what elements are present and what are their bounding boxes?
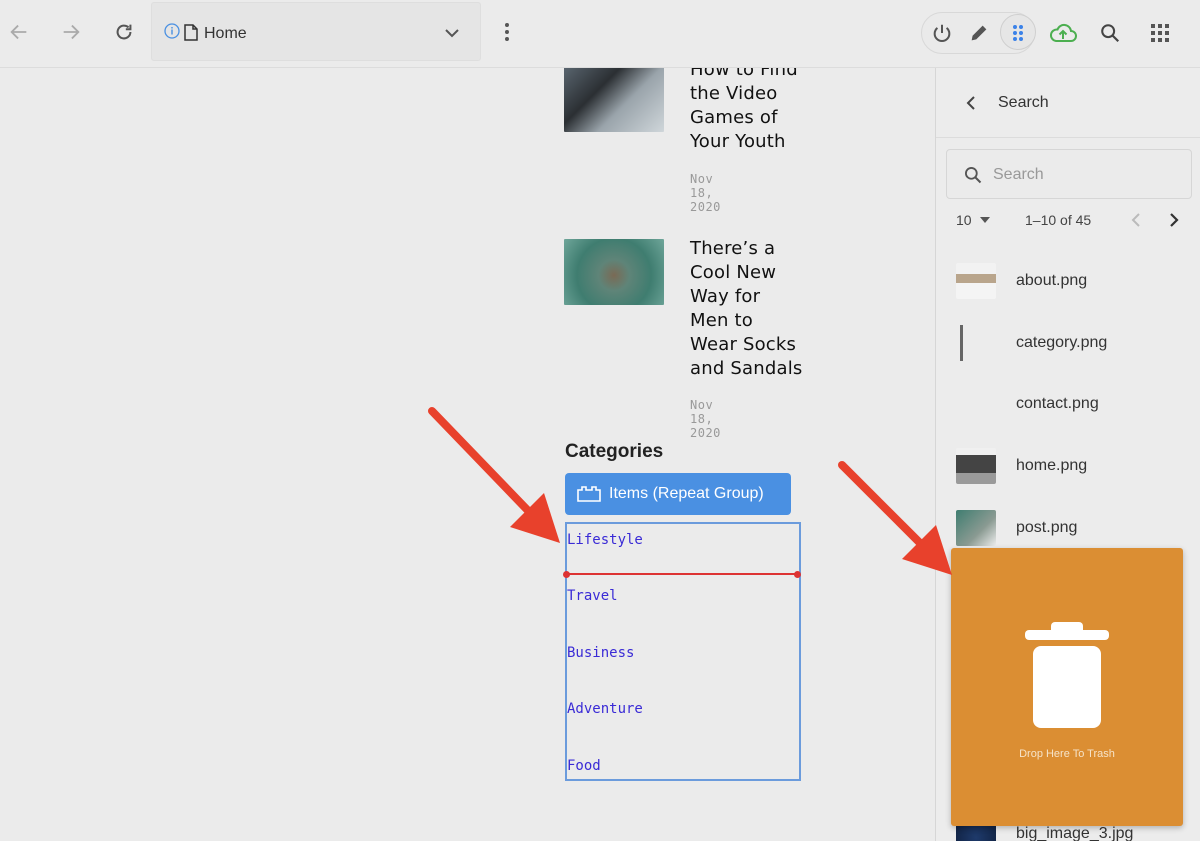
file-name: post.png xyxy=(1016,519,1078,536)
panel-header: Search xyxy=(936,68,1200,138)
file-name: category.png xyxy=(1016,334,1108,351)
pagination-bar: 10 1–10 of 45 xyxy=(936,210,1200,230)
categories-list[interactable]: Lifestyle Travel Business Adventure Food xyxy=(563,522,801,781)
reload-icon xyxy=(116,24,132,40)
more-vertical-icon[interactable] xyxy=(497,20,517,44)
search-button[interactable] xyxy=(1095,18,1125,48)
search-icon xyxy=(965,167,982,184)
cloud-upload-icon xyxy=(1050,23,1077,42)
file-thumbnail xyxy=(956,325,996,361)
trash-drop-zone[interactable]: Drop Here To Trash xyxy=(951,548,1183,826)
chevron-left-icon[interactable] xyxy=(1130,213,1142,227)
category-item[interactable]: Travel xyxy=(567,588,618,604)
page-selector[interactable]: Home xyxy=(151,2,481,61)
file-item[interactable]: about.png xyxy=(956,261,1196,301)
search-icon xyxy=(1101,24,1120,43)
post-date: Nov 18, 2020 xyxy=(690,398,721,440)
page-canvas: How to Find the Video Games of Your Yout… xyxy=(0,68,935,841)
annotation-arrow xyxy=(428,407,560,543)
file-name: home.png xyxy=(1016,457,1088,474)
search-placeholder: Search xyxy=(993,166,1044,183)
arrow-left-icon xyxy=(10,24,27,40)
drop-indicator-dot xyxy=(563,570,570,578)
panel-title: Search xyxy=(998,94,1049,111)
post-title[interactable]: There’s a Cool New Way for Men to Wear S… xyxy=(690,237,820,381)
page-select-value: Home xyxy=(204,25,247,42)
caret-down-icon[interactable] xyxy=(980,217,990,223)
publish-button[interactable] xyxy=(1048,18,1078,48)
drag-mode-button[interactable] xyxy=(1003,18,1033,48)
file-name: about.png xyxy=(1016,272,1088,289)
file-name: big_image_3.jpg xyxy=(1016,825,1134,841)
file-item[interactable]: post.png xyxy=(956,508,1196,548)
power-icon xyxy=(933,24,951,42)
pagination-range: 1–10 of 45 xyxy=(1025,212,1092,228)
top-toolbar: Home xyxy=(0,0,1200,68)
trash-icon xyxy=(1025,622,1109,728)
repeat-group-button[interactable]: Items (Repeat Group) xyxy=(565,473,791,515)
drop-indicator-line xyxy=(563,570,801,578)
trash-label: Drop Here To Trash xyxy=(1019,748,1115,760)
drag-handle-icon xyxy=(1013,25,1023,41)
repeat-group-icon xyxy=(577,486,601,502)
file-item[interactable]: home.png xyxy=(956,446,1196,486)
file-item[interactable]: category.png xyxy=(956,323,1196,363)
drop-indicator-dot xyxy=(794,570,801,578)
annotation-arrow xyxy=(838,461,952,575)
file-thumbnail xyxy=(956,263,996,299)
arrow-right-icon xyxy=(63,24,80,40)
page-size-select[interactable]: 10 xyxy=(956,212,972,228)
file-thumbnail xyxy=(956,386,996,422)
edit-button[interactable] xyxy=(964,18,994,48)
apps-grid-icon xyxy=(1151,24,1169,42)
post-thumbnail xyxy=(564,239,664,305)
file-name: contact.png xyxy=(1016,395,1099,412)
media-search-input[interactable]: Search xyxy=(946,149,1192,199)
post-date: Nov 18, 2020 xyxy=(690,172,721,214)
post-title[interactable]: How to Find the Video Games of Your Yout… xyxy=(690,68,820,154)
chevron-right-icon[interactable] xyxy=(1168,213,1180,227)
pencil-icon xyxy=(971,25,987,41)
forward-button[interactable] xyxy=(57,18,85,46)
apps-button[interactable] xyxy=(1145,18,1175,48)
category-item[interactable]: Business xyxy=(567,645,634,661)
chevron-left-icon[interactable] xyxy=(964,95,978,111)
category-item[interactable]: Adventure xyxy=(567,701,643,717)
back-button[interactable] xyxy=(5,18,33,46)
post-thumbnail xyxy=(564,68,664,132)
power-button[interactable] xyxy=(927,18,957,48)
chevron-down-icon xyxy=(445,29,459,38)
reload-button[interactable] xyxy=(110,18,138,46)
page-icon xyxy=(184,24,198,41)
repeat-group-label: Items (Repeat Group) xyxy=(609,485,764,502)
file-item[interactable]: contact.png xyxy=(956,384,1196,424)
info-icon xyxy=(164,23,180,39)
category-item[interactable]: Food xyxy=(567,758,601,774)
